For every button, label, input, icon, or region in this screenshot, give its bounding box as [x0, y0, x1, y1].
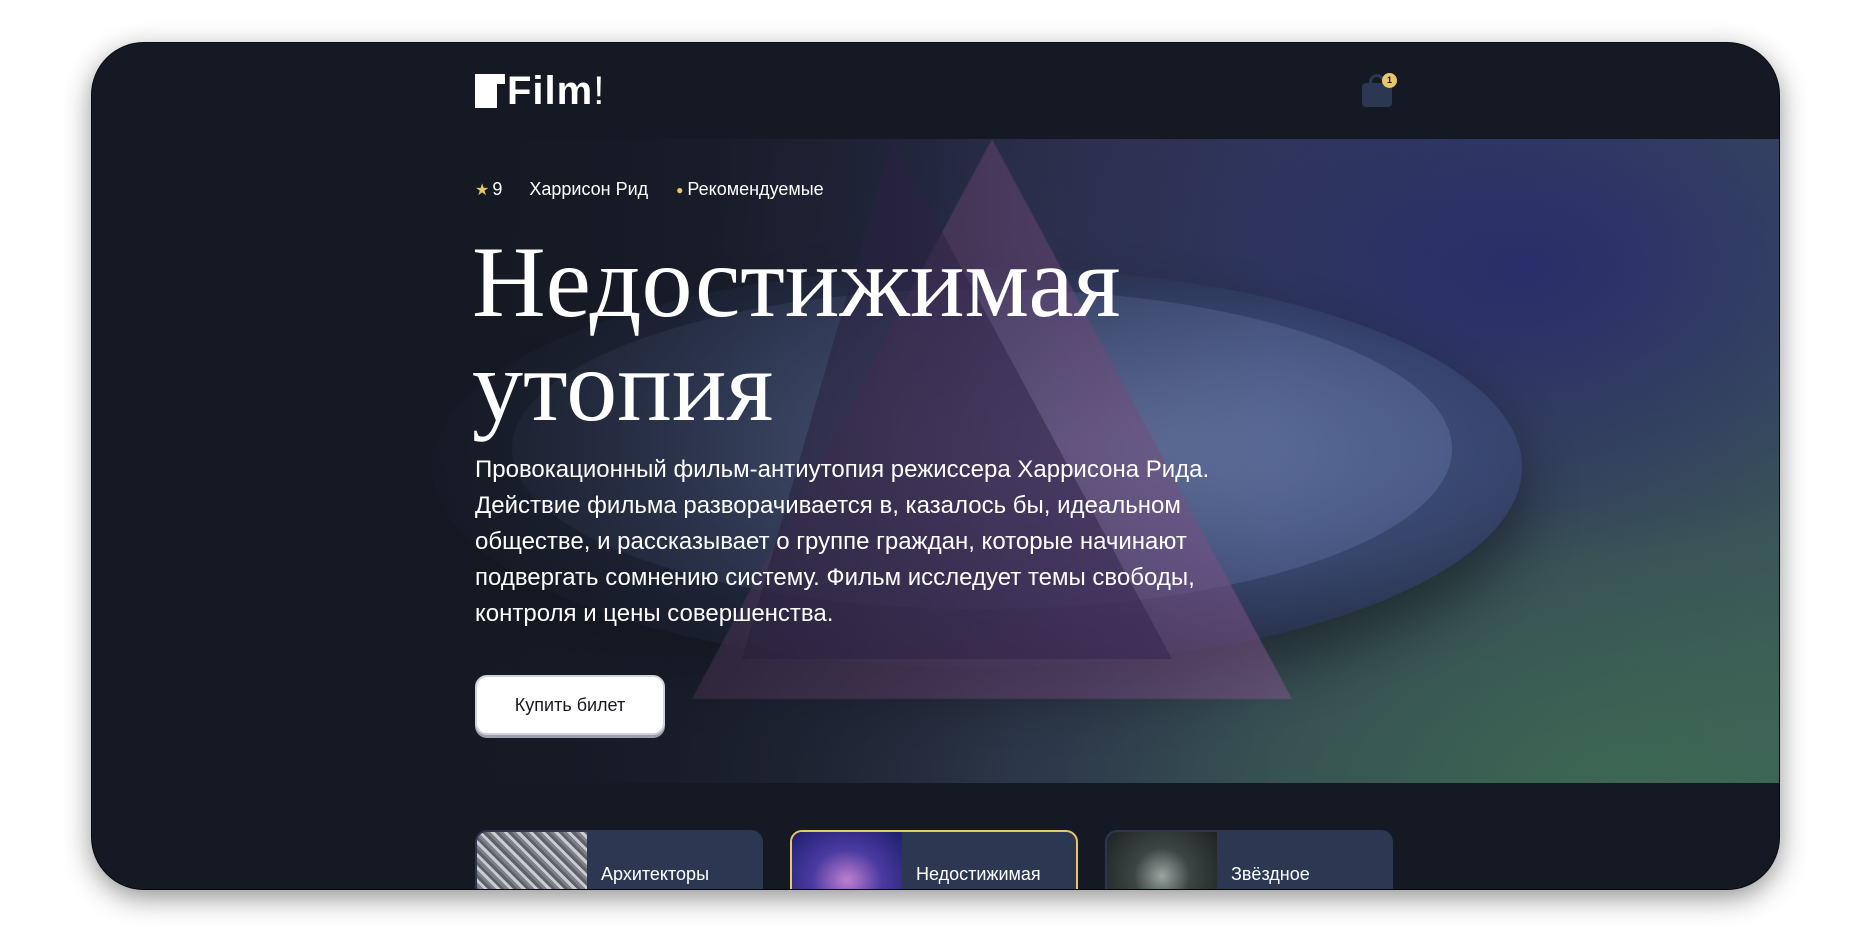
movie-title-line2: утопия — [472, 330, 774, 443]
movie-director: Харрисон Рид — [529, 179, 649, 199]
movie-cards: Архитекторы Недостижимая Звёздное — [475, 830, 1393, 889]
hero-banner: ★ 9 Харрисон Рид ● Рекомендуемые Недости… — [92, 139, 1779, 783]
movie-tag: Рекомендуемые — [687, 179, 824, 199]
movie-meta: ★ 9 Харрисон Рид ● Рекомендуемые — [475, 179, 824, 200]
header: Film ! 1 — [92, 43, 1779, 139]
movie-card-thumbnail — [477, 832, 587, 889]
logo[interactable]: Film ! — [475, 69, 605, 113]
cart-count-badge: 1 — [1382, 73, 1397, 88]
logo-mark-icon — [475, 74, 505, 108]
movie-card-thumbnail — [792, 832, 902, 889]
movie-card-3[interactable]: Звёздное — [1105, 830, 1393, 889]
movie-card-2[interactable]: Недостижимая — [790, 830, 1078, 889]
movie-card-1[interactable]: Архитекторы — [475, 830, 763, 889]
app-window: Film ! 1 ★ 9 Харрисон Рид ● Рекомендуемы… — [92, 43, 1779, 889]
movie-card-thumbnail — [1107, 832, 1217, 889]
star-icon: ★ — [475, 181, 490, 199]
logo-suffix: ! — [593, 69, 605, 113]
movie-title: Недостижимая утопия — [472, 231, 1192, 439]
movie-card-title: Звёздное — [1231, 864, 1310, 884]
movie-description: Провокационный фильм-антиутопия режиссер… — [475, 456, 1210, 627]
movie-rating: 9 — [492, 179, 503, 199]
buy-ticket-button[interactable]: Купить билет — [475, 675, 665, 735]
movie-title-line1: Недостижимая — [472, 226, 1121, 339]
tag-dot-icon: ● — [676, 182, 684, 197]
movie-card-title: Архитекторы — [601, 864, 709, 884]
cart-button[interactable]: 1 — [1358, 71, 1398, 111]
movie-card-title: Недостижимая — [916, 864, 1041, 884]
logo-text: Film — [507, 69, 594, 113]
